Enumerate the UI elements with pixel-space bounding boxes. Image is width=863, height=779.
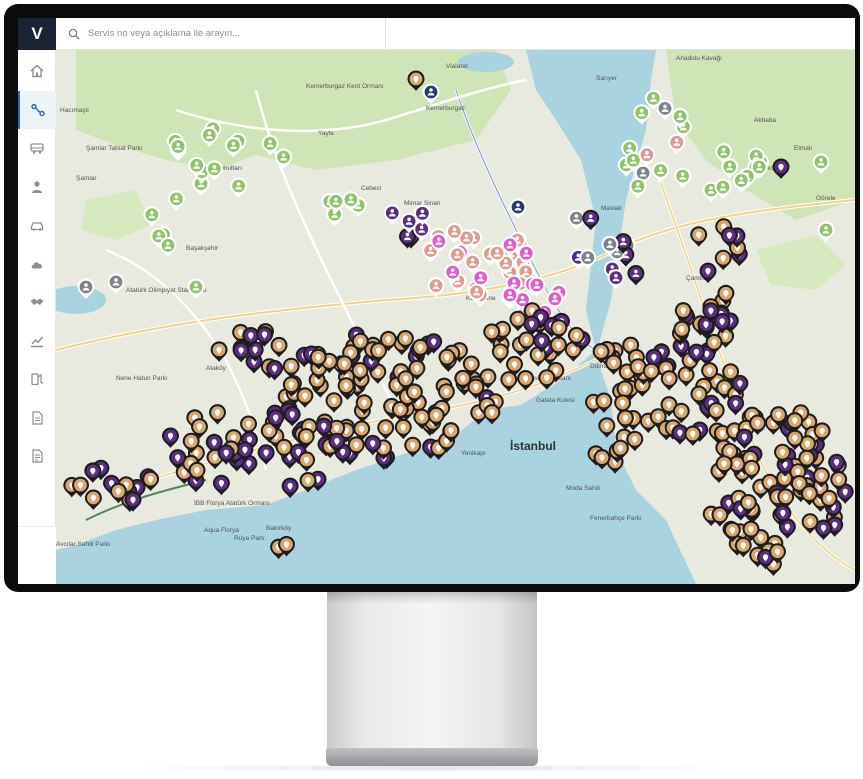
map-label: Ataköy <box>206 365 227 372</box>
sidebar: V <box>18 18 56 584</box>
search-bar <box>56 18 386 50</box>
map-canvas[interactable]: HacımaşlıŞamlar Tabiat ParkıŞamlarBaşak … <box>56 50 855 584</box>
vehicle-location-pin[interactable] <box>598 417 616 438</box>
sidebar-item-cloud[interactable] <box>18 245 56 284</box>
sidebar-nav <box>18 52 56 476</box>
handshake-icon <box>30 298 44 306</box>
map-label: Görele <box>816 195 836 202</box>
sidebar-item-partners[interactable] <box>18 283 56 322</box>
chart-icon <box>31 336 44 347</box>
map-label: Elmalı <box>794 145 812 152</box>
search-input[interactable] <box>88 28 378 39</box>
vehicle-location-pin[interactable] <box>595 392 613 414</box>
city-label: İstanbul <box>510 438 556 453</box>
map-label: Hacımaşlı <box>60 107 89 114</box>
search-icon <box>68 28 80 39</box>
map-label: Şamlar <box>76 175 97 182</box>
vehicle-location-pin[interactable] <box>483 404 501 425</box>
cloud-icon <box>31 261 42 269</box>
map-label: Avcılar Sahili Parkı <box>56 541 111 548</box>
map-label: Yayla <box>318 130 334 137</box>
map-label: Anadolu Kavağı <box>676 55 722 62</box>
map-label: Rüya Park <box>234 535 265 542</box>
map-label: Nene Hatun Parkı <box>116 375 168 382</box>
stand-shadow <box>327 592 537 604</box>
monitor-base <box>326 748 538 766</box>
map-label: Başakşehir <box>186 245 219 252</box>
car-icon <box>30 222 44 231</box>
map-label: Kemerburgaz <box>426 105 465 112</box>
app-logo[interactable]: V <box>18 18 56 50</box>
sidebar-item-reports[interactable] <box>18 322 56 361</box>
driver-icon <box>32 181 42 193</box>
stage: V Servis no veya açıklama ile arayın... … <box>0 0 863 779</box>
map-label: Sarıyer <box>596 75 618 82</box>
map-label: İBB Florya Atatürk Ormanı <box>194 498 270 507</box>
sidebar-item-documents[interactable] <box>18 399 56 438</box>
map-label: Aqua Florya <box>204 527 239 534</box>
sidebar-item-routes[interactable] <box>18 90 56 129</box>
map-label: Şamlar Tabiat Parkı <box>86 145 143 152</box>
map-label: Cebeci <box>361 185 381 192</box>
vehicle-location-pin[interactable] <box>404 436 422 458</box>
map-label: Akbaba <box>754 117 776 124</box>
map-label: Maslak <box>601 205 622 212</box>
map-label: Fenerbahçe Parkı <box>590 515 642 522</box>
map-label: Bakırköy <box>266 525 292 532</box>
monitor-bezel: V Servis no veya açıklama ile arayın... … <box>4 4 860 592</box>
sidebar-item-document-list[interactable] <box>18 437 56 476</box>
map-view[interactable]: HacımaşlıŞamlar Tabiat ParkıŞamlarBaşak … <box>56 50 855 584</box>
fuel-icon <box>31 373 44 386</box>
map-label: Kemerburgaz Kent Ormanı <box>306 83 384 90</box>
app-screen: V Servis no veya açıklama ile arayın... … <box>18 18 855 584</box>
monitor-stand <box>327 592 537 750</box>
map-label: Yenikapı <box>461 450 486 457</box>
vehicle-location-pin[interactable] <box>593 449 611 470</box>
logo-text: V <box>31 24 43 43</box>
document-list-icon <box>32 449 43 463</box>
bus-icon <box>30 143 44 154</box>
route-icon <box>31 103 45 116</box>
sidebar-footer <box>18 526 56 584</box>
map-label: Moda Sahili <box>566 485 600 492</box>
map-label: Vialand <box>446 63 468 70</box>
top-bar <box>386 18 855 50</box>
sidebar-item-fuel[interactable] <box>18 360 56 399</box>
home-icon <box>30 64 44 78</box>
document-icon <box>32 411 43 425</box>
sidebar-item-drivers[interactable] <box>18 168 56 207</box>
sidebar-item-vehicles[interactable] <box>18 206 56 245</box>
map-label: Galata Kulesi <box>536 397 575 404</box>
sidebar-item-bus[interactable] <box>18 129 56 168</box>
sidebar-item-home[interactable] <box>18 52 56 91</box>
